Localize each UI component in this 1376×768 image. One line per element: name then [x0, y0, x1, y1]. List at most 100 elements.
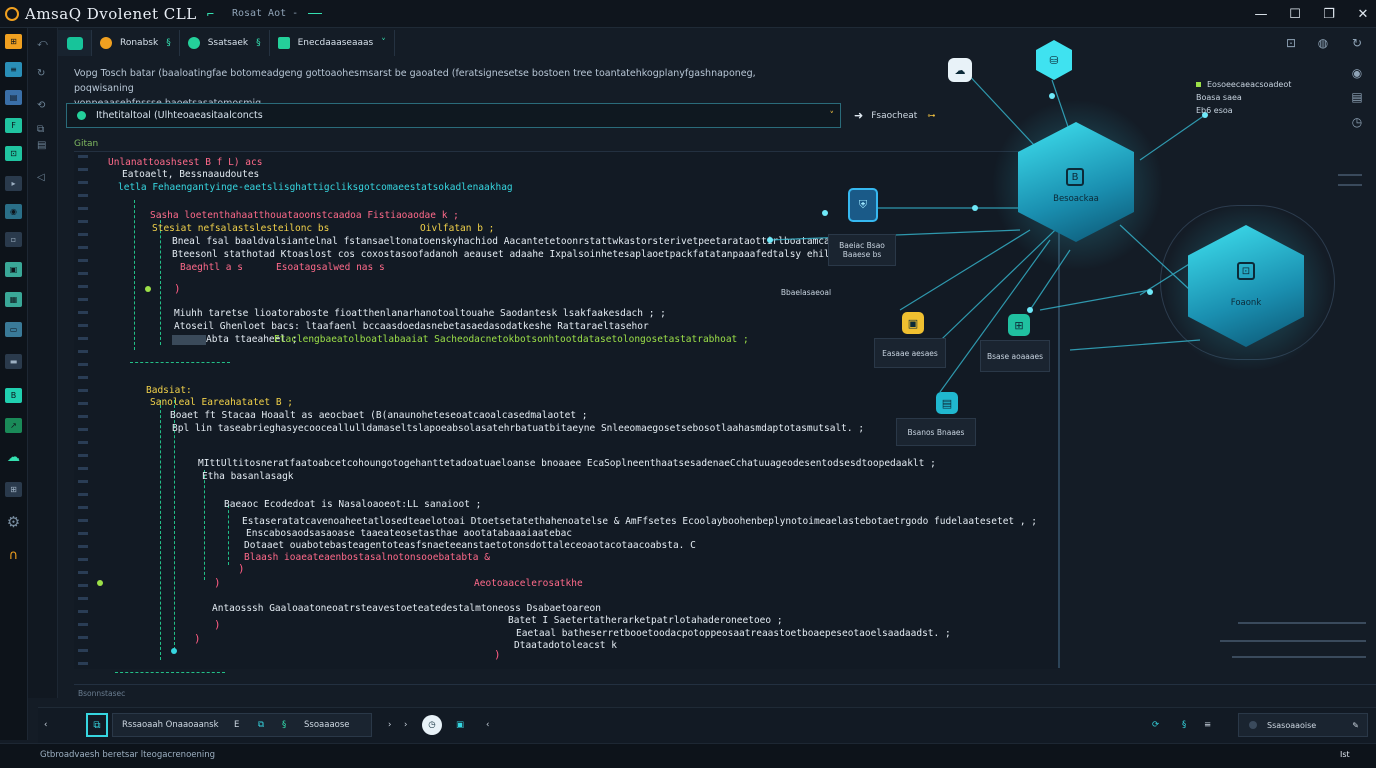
- node-tile-3[interactable]: Bsase aoaaaes: [980, 340, 1050, 372]
- code-line: Stesiat nefsalastslesteilonc bs: [152, 223, 330, 234]
- activity-git-icon[interactable]: ▤: [5, 90, 22, 105]
- gutter-mark: [78, 571, 88, 574]
- breakpoint-dot[interactable]: [145, 286, 151, 292]
- brace: ): [214, 576, 221, 589]
- chevron-right-icon[interactable]: ›: [388, 713, 391, 737]
- activity-table-icon[interactable]: ▦: [5, 292, 22, 307]
- menu-bar-icon[interactable]: [1338, 184, 1362, 186]
- code-line: Enscabosaodsasaoase taaeateosetasthae ao…: [246, 528, 573, 539]
- node-grid-icon[interactable]: ⊞: [1008, 314, 1030, 336]
- bottom-group-label[interactable]: Rssaoaah Onaaoaansk: [122, 713, 219, 737]
- indent-guide: [134, 200, 135, 350]
- tab-ronabsk[interactable]: Ronabsk §: [92, 30, 180, 56]
- scroll-track: [1232, 656, 1366, 658]
- activity-image-icon[interactable]: ▣: [5, 262, 22, 277]
- back-icon[interactable]: ⤺: [37, 38, 49, 50]
- breakpoint-dot[interactable]: [97, 580, 103, 586]
- code-line: Antaosssh Gaaloaatoneoatrsteavestoeteate…: [212, 603, 601, 614]
- edit-icon[interactable]: ✎: [1352, 721, 1359, 730]
- activity-book-icon[interactable]: B: [5, 388, 22, 403]
- sync-icon[interactable]: ⟳: [1152, 713, 1159, 737]
- tab-enecdaaaseaaas-close[interactable]: ˅: [381, 38, 386, 48]
- tab-ronabsk-icon: [100, 37, 112, 49]
- code-line: letla Fehaengantyinge-eaetslisghattigcli…: [118, 182, 513, 193]
- speaker-icon[interactable]: ◁: [37, 172, 49, 184]
- activity-files-icon[interactable]: ▫: [5, 232, 22, 247]
- indent-guide: [204, 470, 205, 580]
- settings-gear-icon[interactable]: ⚙: [5, 513, 22, 531]
- panel-icon[interactable]: ▤: [1350, 90, 1364, 104]
- activity-explorer-icon[interactable]: ⊞: [5, 34, 22, 49]
- gutter-mark: [78, 441, 88, 444]
- selected-tool-button[interactable]: ⧉: [86, 713, 108, 737]
- activity-terminal-icon[interactable]: ▸: [5, 176, 22, 191]
- activity-monitor-icon[interactable]: ▭: [5, 322, 22, 337]
- menu-icon[interactable]: ≡: [1204, 713, 1211, 737]
- node-tile-1[interactable]: Baeiac Bsao Baaese bs: [828, 234, 896, 266]
- indent-guide: [228, 505, 229, 565]
- gutter-mark: [78, 311, 88, 314]
- node-shield-icon[interactable]: ⛨: [848, 188, 878, 222]
- image-icon[interactable]: ▣: [456, 713, 464, 737]
- account-icon[interactable]: ∩: [5, 548, 22, 563]
- refresh-right-icon[interactable]: ↻: [1350, 36, 1364, 50]
- gutter-mark: [78, 558, 88, 561]
- node-tile-2[interactable]: Easaae aesaes: [874, 338, 946, 368]
- node-doc-icon[interactable]: ▤: [936, 392, 958, 414]
- maximize-button[interactable]: ☐: [1278, 0, 1312, 28]
- refresh-icon[interactable]: ↻: [37, 68, 49, 80]
- globe-icon[interactable]: ◍: [1316, 36, 1330, 50]
- chevron-left-icon[interactable]: ‹: [486, 713, 489, 737]
- code-line: Batet I Saetertatherarketpatrlotahaderon…: [508, 615, 783, 626]
- gutter-mark: [78, 545, 88, 548]
- tab-home[interactable]: [58, 30, 92, 56]
- link-icon[interactable]: ⟲: [37, 100, 49, 112]
- brand-icon[interactable]: §: [1182, 713, 1186, 737]
- code-line: Dtaatadotoleacst k: [514, 640, 617, 651]
- gutter-mark: [78, 298, 88, 301]
- menu-bar-icon[interactable]: [1338, 174, 1362, 176]
- status-search-text[interactable]: Ssasoaaoise: [1267, 721, 1316, 730]
- activity-grid-icon[interactable]: ⊞: [5, 482, 22, 497]
- activity-extensions-icon[interactable]: ⊡: [5, 146, 22, 161]
- bottom-tab-b[interactable]: ⧉: [258, 713, 264, 737]
- bottom-tab-c[interactable]: Ssoaaaose: [304, 713, 350, 737]
- activity-cloud-sync-icon[interactable]: ☁: [5, 450, 22, 465]
- tab-ssatsaek-close[interactable]: §: [256, 38, 261, 48]
- clock-icon[interactable]: ◷: [1350, 115, 1364, 129]
- node-folder-icon[interactable]: ▣: [902, 312, 924, 334]
- command-input[interactable]: Ithetitaltoal (Ulhteoaeasitaalconcts ˅: [66, 103, 841, 128]
- bottom-tab-e[interactable]: E: [234, 713, 239, 737]
- status-search[interactable]: Ssasoaaoise ✎: [1238, 713, 1368, 737]
- info-icon[interactable]: ◉: [1350, 66, 1364, 80]
- minimize-button[interactable]: —: [1244, 0, 1278, 28]
- copy-icon[interactable]: ⧉: [37, 124, 49, 136]
- tab-enecdaaaseaaas[interactable]: Enecdaaaseaaas ˅: [270, 30, 395, 56]
- node-tile-2-label: Easaae aesaes: [882, 348, 938, 358]
- activity-panel-icon[interactable]: ▬: [5, 354, 22, 369]
- tab-ssatsaek[interactable]: Ssatsaek §: [180, 30, 270, 56]
- activity-search-icon[interactable]: ≡: [5, 62, 22, 77]
- brace: ): [194, 632, 201, 645]
- title-subtitle: Rosat Aot -: [231, 8, 299, 19]
- tab-ronabsk-close[interactable]: §: [166, 38, 171, 48]
- node-tile-4[interactable]: Bsanos Bnaaes: [896, 418, 976, 446]
- timer-icon[interactable]: ◷: [422, 715, 442, 735]
- app-logo-icon: [5, 6, 19, 21]
- activity-cloud-icon[interactable]: ◉: [5, 204, 22, 219]
- activity-chart-icon[interactable]: ↗: [5, 418, 22, 433]
- layout-icon[interactable]: ⊡: [1284, 36, 1298, 50]
- gutter-mark: [78, 493, 88, 496]
- chevron-right-icon[interactable]: ›: [404, 713, 407, 737]
- files-icon[interactable]: ▤: [37, 140, 49, 152]
- activity-debug-icon[interactable]: F: [5, 118, 22, 133]
- bottom-tab-s[interactable]: §: [282, 713, 286, 737]
- output-label: Gitan: [74, 139, 99, 149]
- prev-icon[interactable]: ‹: [44, 713, 47, 737]
- command-input-value[interactable]: Ithetitaltoal (Ulhteoaeasitaalconcts: [96, 110, 263, 121]
- restore-button[interactable]: ❐: [1312, 0, 1346, 28]
- node-cloud-icon[interactable]: ☁: [948, 58, 972, 82]
- close-button[interactable]: ✕: [1346, 0, 1376, 28]
- breakpoint-dot[interactable]: [171, 648, 177, 654]
- code-line: Etha basanlasagk: [202, 471, 294, 482]
